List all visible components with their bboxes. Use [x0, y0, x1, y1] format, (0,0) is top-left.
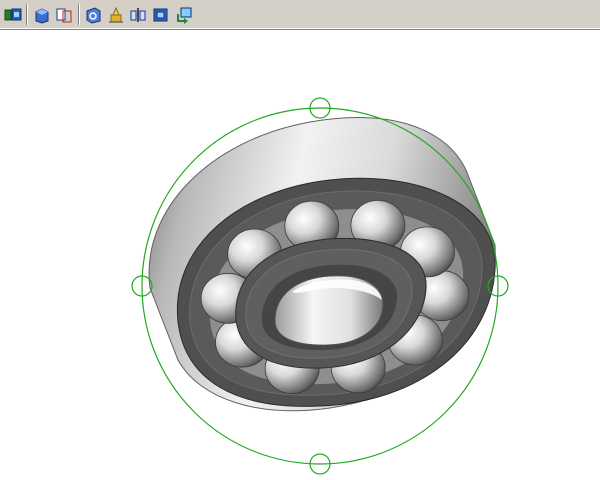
lighting-button[interactable] — [105, 4, 127, 26]
toolbar-separator — [78, 4, 80, 25]
shaded-view-button[interactable] — [31, 4, 53, 26]
rotate-view-button[interactable] — [173, 4, 195, 26]
graphics-viewport[interactable] — [0, 30, 600, 480]
bearing-3d-model[interactable] — [0, 30, 600, 480]
rotate-view-icon — [177, 7, 192, 24]
view-toolbar — [0, 0, 600, 30]
wireframe-view-button[interactable] — [82, 4, 104, 26]
hidden-lines-view-icon — [56, 8, 72, 23]
view-orientation-button[interactable] — [2, 4, 24, 26]
hidden-lines-view-button[interactable] — [53, 4, 75, 26]
zoom-to-fit-button[interactable] — [150, 4, 172, 26]
view-orientation-icon — [4, 8, 22, 21]
section-view-button[interactable] — [127, 4, 149, 26]
toolbar-separator — [26, 4, 28, 25]
section-view-icon — [130, 8, 146, 22]
zoom-to-fit-icon — [153, 8, 168, 22]
shaded-view-icon — [35, 8, 49, 24]
lighting-icon — [109, 6, 123, 23]
wireframe-view-icon — [86, 7, 101, 24]
